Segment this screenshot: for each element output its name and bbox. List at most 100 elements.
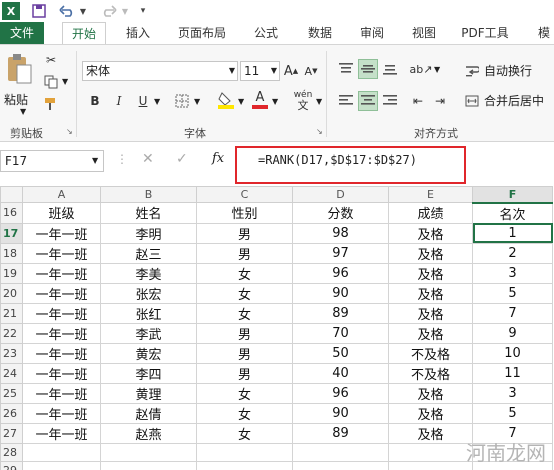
cell-f22[interactable]: 9: [472, 322, 553, 344]
cell-d29[interactable]: [292, 460, 389, 470]
column-header-f[interactable]: F: [472, 186, 553, 204]
cell-c19[interactable]: 女: [196, 262, 293, 284]
cell-e27[interactable]: 及格: [388, 422, 473, 444]
cell-f23[interactable]: 10: [472, 342, 553, 364]
tab-pdf-tools[interactable]: PDF工具: [452, 22, 518, 44]
bold-button[interactable]: B: [86, 91, 104, 111]
cell-d19[interactable]: 96: [292, 262, 389, 284]
formula-input[interactable]: =RANK(D17,$D$17:$D$27): [258, 150, 417, 170]
orientation-dropdown-icon[interactable]: ▼: [434, 65, 440, 74]
row-header[interactable]: 21: [0, 302, 23, 324]
cell-d27[interactable]: 89: [292, 422, 389, 444]
cell-d16[interactable]: 分数: [292, 202, 389, 224]
insert-function-icon[interactable]: fx: [212, 151, 224, 166]
cell-f24[interactable]: 11: [472, 362, 553, 384]
font-name-dropdown-icon[interactable]: ▼: [229, 62, 235, 80]
cell-a17[interactable]: 一年一班: [22, 222, 101, 244]
cell-b23[interactable]: 黄宏: [100, 342, 197, 364]
cell-c28[interactable]: [196, 442, 293, 462]
cell-d25[interactable]: 96: [292, 382, 389, 404]
shrink-font-icon[interactable]: A ▼: [304, 61, 318, 81]
cancel-icon[interactable]: ✕: [142, 151, 154, 167]
cell-a21[interactable]: 一年一班: [22, 302, 101, 324]
cell-d24[interactable]: 40: [292, 362, 389, 384]
cell-c16[interactable]: 性别: [196, 202, 293, 224]
cell-a16[interactable]: 班级: [22, 202, 101, 224]
copy-icon[interactable]: [42, 73, 60, 91]
cell-e29[interactable]: [388, 460, 473, 470]
cell-b18[interactable]: 赵三: [100, 242, 197, 264]
cell-c29[interactable]: [196, 460, 293, 470]
row-header[interactable]: 25: [0, 382, 23, 404]
row-header[interactable]: 29: [0, 460, 23, 470]
cell-d23[interactable]: 50: [292, 342, 389, 364]
cell-c23[interactable]: 男: [196, 342, 293, 364]
cell-f18[interactable]: 2: [472, 242, 553, 264]
undo-icon[interactable]: [58, 2, 76, 20]
row-header[interactable]: 26: [0, 402, 23, 424]
cell-a25[interactable]: 一年一班: [22, 382, 101, 404]
tab-view[interactable]: 视图: [402, 22, 446, 44]
cell-e18[interactable]: 及格: [388, 242, 473, 264]
name-box[interactable]: F17: [0, 150, 104, 172]
cell-d20[interactable]: 90: [292, 282, 389, 304]
cell-e25[interactable]: 及格: [388, 382, 473, 404]
middle-align-icon[interactable]: [358, 59, 378, 79]
phonetic-dropdown-icon[interactable]: ▼: [316, 97, 322, 106]
cell-e23[interactable]: 不及格: [388, 342, 473, 364]
name-box-dropdown-icon[interactable]: ▼: [92, 156, 98, 165]
cell-c25[interactable]: 女: [196, 382, 293, 404]
cell-a23[interactable]: 一年一班: [22, 342, 101, 364]
cell-a28[interactable]: [22, 442, 101, 462]
clipboard-launcher-icon[interactable]: ↘: [66, 127, 73, 136]
row-header[interactable]: 23: [0, 342, 23, 364]
grow-font-icon[interactable]: A ▲: [284, 61, 298, 81]
wrap-text-button[interactable]: 自动换行: [484, 61, 532, 81]
cell-c20[interactable]: 女: [196, 282, 293, 304]
cell-a18[interactable]: 一年一班: [22, 242, 101, 264]
align-center-icon[interactable]: [358, 91, 378, 111]
column-header-d[interactable]: D: [292, 186, 389, 203]
tab-data[interactable]: 数据: [298, 22, 342, 44]
merge-center-icon[interactable]: [462, 91, 482, 111]
cell-f21[interactable]: 7: [472, 302, 553, 324]
cell-b21[interactable]: 张红: [100, 302, 197, 324]
font-color-icon[interactable]: A: [250, 89, 270, 111]
cell-f20[interactable]: 5: [472, 282, 553, 304]
tab-review[interactable]: 审阅: [350, 22, 394, 44]
row-header[interactable]: 27: [0, 422, 23, 444]
fill-color-icon[interactable]: [216, 89, 236, 111]
paste-label[interactable]: 粘贴: [4, 91, 28, 108]
tab-insert[interactable]: 插入: [116, 22, 160, 44]
cell-c24[interactable]: 男: [196, 362, 293, 384]
italic-button[interactable]: I: [110, 91, 128, 111]
decrease-indent-icon[interactable]: ⇤: [408, 91, 428, 111]
cell-d17[interactable]: 98: [292, 222, 389, 244]
font-size-box[interactable]: 11 ▼: [240, 61, 280, 81]
cell-b26[interactable]: 赵倩: [100, 402, 197, 424]
cell-a22[interactable]: 一年一班: [22, 322, 101, 344]
orientation-icon[interactable]: ab↗: [410, 59, 433, 79]
row-header[interactable]: 18: [0, 242, 23, 264]
row-header[interactable]: 28: [0, 442, 23, 462]
column-header-a[interactable]: A: [22, 186, 101, 203]
cell-b27[interactable]: 赵燕: [100, 422, 197, 444]
increase-indent-icon[interactable]: ⇥: [430, 91, 450, 111]
font-size-dropdown-icon[interactable]: ▼: [271, 62, 277, 80]
tab-page-layout[interactable]: 页面布局: [168, 22, 236, 44]
cell-c26[interactable]: 女: [196, 402, 293, 424]
cell-e24[interactable]: 不及格: [388, 362, 473, 384]
cell-b20[interactable]: 张宏: [100, 282, 197, 304]
bottom-align-icon[interactable]: [380, 59, 400, 79]
row-header[interactable]: 24: [0, 362, 23, 384]
cell-b19[interactable]: 李美: [100, 262, 197, 284]
cell-e16[interactable]: 成绩: [388, 202, 473, 224]
underline-dropdown-icon[interactable]: ▼: [154, 97, 160, 106]
cell-f17[interactable]: 1: [472, 222, 553, 244]
copy-dropdown-icon[interactable]: ▼: [62, 77, 68, 86]
redo-dropdown-icon[interactable]: ▼: [120, 2, 130, 20]
row-header[interactable]: 20: [0, 282, 23, 304]
cell-e19[interactable]: 及格: [388, 262, 473, 284]
cell-c21[interactable]: 女: [196, 302, 293, 324]
paste-icon[interactable]: [4, 51, 34, 87]
